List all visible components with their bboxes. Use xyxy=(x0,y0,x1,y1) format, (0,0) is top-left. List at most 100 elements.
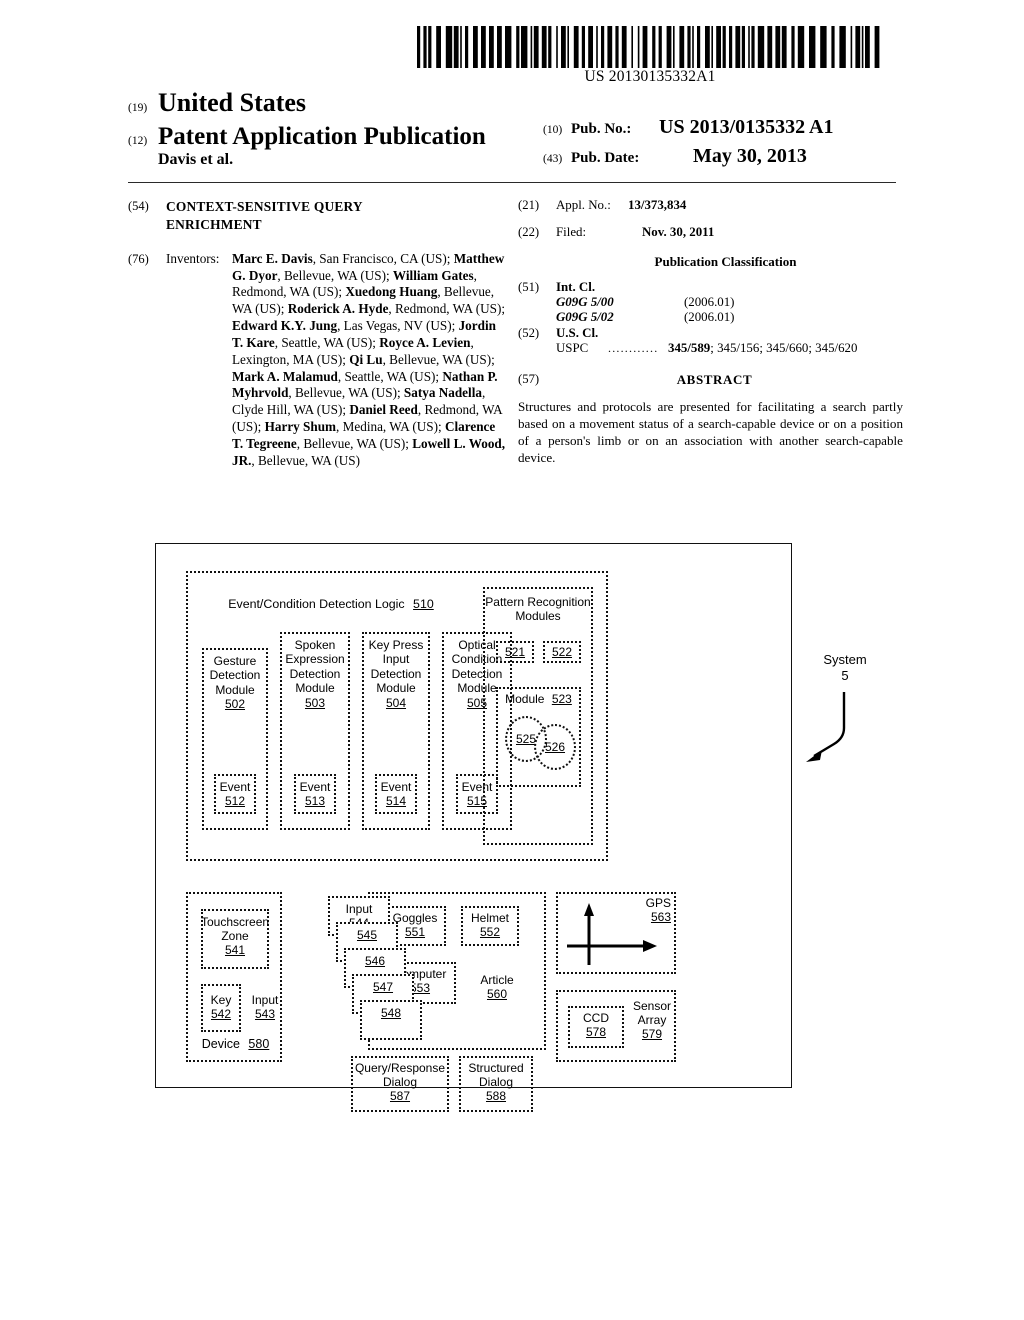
input-stack-label-546: 546 xyxy=(346,954,404,968)
input-ref-num: 546 xyxy=(364,954,386,968)
event-text: Event xyxy=(219,780,251,794)
country-row: (19) United States xyxy=(128,88,543,118)
intcl-field: (51) Int. Cl. xyxy=(518,280,903,295)
input-stack-label-548: 548 xyxy=(362,1006,420,1020)
event-ref-num: 514 xyxy=(385,794,407,809)
country-name: United States xyxy=(158,88,307,117)
invention-title-line2: ENRICHMENT xyxy=(166,216,262,232)
event-ref-num: 513 xyxy=(304,794,326,809)
module-line: Spoken xyxy=(294,638,336,652)
biblio-left-column: (54) CONTEXT-SENSITIVE QUERY ENRICHMENT … xyxy=(128,198,508,472)
event-label-513: Event 513 xyxy=(294,780,336,809)
input-ref-num: 545 xyxy=(356,928,378,942)
intcl-tag: (51) xyxy=(518,280,540,294)
pubdate-value: May 30, 2013 xyxy=(693,145,807,167)
uspc-secondary: ; 345/156; 345/660; 345/620 xyxy=(710,341,858,355)
module-line: Detection xyxy=(209,668,261,683)
event-label-514: Event 514 xyxy=(375,780,417,809)
uscl-tag: (52) xyxy=(518,326,540,340)
filed-label: Filed: xyxy=(556,225,587,239)
biblio-right-column: (21) Appl. No.: 13/373,834 (22) Filed: N… xyxy=(518,198,903,466)
input-ref-num: 548 xyxy=(380,1006,402,1020)
module-ref-num: 502 xyxy=(224,697,246,712)
prm-circle-526: 526 xyxy=(534,724,576,770)
barcode-bars xyxy=(417,26,880,68)
doctype-tag: (12) xyxy=(128,135,148,147)
intcl-rows: G09G 5/00 (2006.01) G09G 5/02 (2006.01) xyxy=(556,295,903,325)
uspc-primary: 345/589 xyxy=(668,341,711,355)
ecdl-ref-num: 510 xyxy=(413,597,434,611)
country-tag: (19) xyxy=(128,102,148,114)
invention-title-line1: CONTEXT-SENSITIVE QUERY xyxy=(166,199,363,214)
prm-node-522: 522 xyxy=(543,641,581,663)
input-543-label: Input 543 xyxy=(251,993,279,1021)
title-field: (54) CONTEXT-SENSITIVE QUERY ENRICHMENT xyxy=(128,198,508,234)
abstract-header: (57) ABSTRACT xyxy=(518,372,903,388)
event-label-512: Event 512 xyxy=(214,780,256,809)
pubno-row: (10) Pub. No.: US 2013/0135332 A1 xyxy=(543,116,1013,139)
module-ref-num: 503 xyxy=(304,695,326,710)
module-line: Input xyxy=(382,652,410,667)
abstract-title: ABSTRACT xyxy=(676,372,753,387)
intcl-row: G09G 5/02 (2006.01) xyxy=(556,310,903,325)
appno-field: (21) Appl. No.: 13/373,834 xyxy=(518,198,903,213)
intcl-label: Int. Cl. xyxy=(556,280,596,294)
uscl-field: (52) U.S. Cl. xyxy=(518,326,903,341)
uscl-label: U.S. Cl. xyxy=(556,326,599,340)
input-stack-box-548: 548 xyxy=(360,1000,422,1040)
appno-label: Appl. No.: xyxy=(556,198,611,212)
pubdate-row: (43) Pub. Date: May 30, 2013 xyxy=(543,145,1013,168)
applicant-name: Davis et al. xyxy=(158,151,234,168)
article-560-label: Article 560 xyxy=(480,973,514,1001)
intcl-version: (2006.01) xyxy=(684,295,735,309)
module-line: Module xyxy=(295,681,335,696)
intcl-version: (2006.01) xyxy=(684,310,735,324)
module-line: Module xyxy=(215,682,255,697)
masthead-right: (10) Pub. No.: US 2013/0135332 A1 (43) P… xyxy=(543,116,1013,174)
ecdl-title: Event/Condition Detection Logic 510 xyxy=(228,597,434,611)
event-text: Event xyxy=(299,780,331,794)
intcl-row: G09G 5/00 (2006.01) xyxy=(556,295,903,310)
barcode-number: US 20130135332A1 xyxy=(584,68,716,85)
touchscreen-zone-label: Touchscreen Zone 541 xyxy=(201,915,270,957)
module-line: Expression xyxy=(285,652,345,667)
abstract-tag: (57) xyxy=(518,372,540,386)
system-5-leader-arrow xyxy=(806,692,846,762)
query-response-dialog-label: Query/Response Dialog 587 xyxy=(354,1061,446,1103)
abstract-text: Structures and protocols are presented f… xyxy=(518,399,903,466)
input-ref-num: 547 xyxy=(372,980,394,994)
module-line: Module xyxy=(376,681,416,696)
ccd-578-label: CCD 578 xyxy=(583,1011,609,1039)
uspc-values: 345/589; 345/156; 345/660; 345/620 xyxy=(668,341,857,356)
publication-classification-header: Publication Classification xyxy=(654,254,797,269)
prm-node-521: 521 xyxy=(496,641,534,663)
module-line: Detection xyxy=(370,666,422,681)
inventors-field: (76) Inventors: Marc E. Davis, San Franc… xyxy=(128,251,508,470)
pattern-recognition-title: Pattern Recognition Modules xyxy=(485,595,591,623)
device-580-label: Device 580 xyxy=(201,1037,270,1051)
pubdate-label: Pub. Date: xyxy=(571,150,640,166)
input-stack-label-545: 545 xyxy=(338,928,396,942)
event-ref-num: 512 xyxy=(224,794,246,809)
doctype-name: Patent Application Publication xyxy=(158,123,486,150)
module-line: Detection xyxy=(289,666,341,681)
pubno-label: Pub. No.: xyxy=(571,121,632,137)
detection-module-label-502: Gesture Detection Module 502 xyxy=(202,654,268,712)
header-divider xyxy=(128,182,896,183)
pubdate-tag: (43) xyxy=(543,153,563,165)
detection-module-label-503: Spoken Expression Detection Module 503 xyxy=(280,638,350,710)
intcl-code: G09G 5/02 xyxy=(556,310,614,324)
appno-tag: (21) xyxy=(518,198,540,212)
pubno-value: US 2013/0135332 A1 xyxy=(659,116,834,138)
intcl-code: G09G 5/00 xyxy=(556,295,614,309)
pubno-tag: (10) xyxy=(543,124,563,136)
input-stack-label-547: 547 xyxy=(354,980,412,994)
masthead: (19) United States (12) Patent Applicati… xyxy=(128,88,898,186)
inventors-label: Inventors: xyxy=(166,250,220,266)
structured-dialog-label: Structured Dialog 588 xyxy=(468,1061,524,1103)
module-line: Gesture xyxy=(213,654,257,668)
inventors-tag: (76) xyxy=(128,251,149,266)
module-ref-num: 504 xyxy=(385,695,407,710)
filed-tag: (22) xyxy=(518,225,540,239)
prm-module-523-label: Module 523 xyxy=(505,692,572,706)
